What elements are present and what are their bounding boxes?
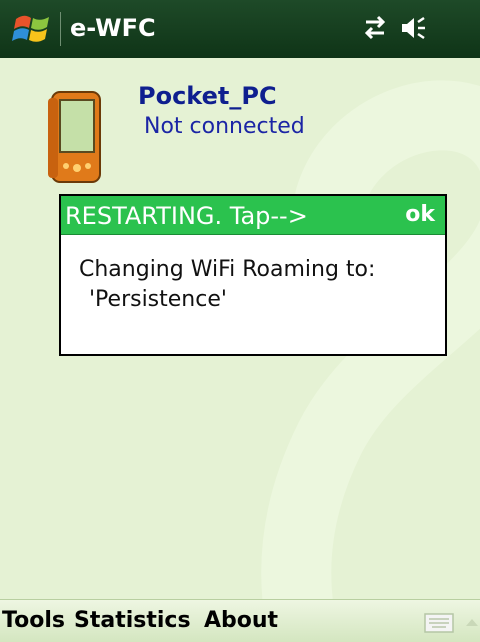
up-arrow-icon[interactable]: [464, 614, 480, 630]
keyboard-icon[interactable]: [424, 613, 454, 633]
title-separator: [60, 12, 61, 46]
title-bar: e-WFC: [0, 0, 480, 58]
app-title: e-WFC: [70, 14, 156, 42]
dialog-message-line1: Changing WiFi Roaming to:: [79, 257, 376, 282]
dialog-message-line2: 'Persistence': [89, 287, 227, 312]
device-name[interactable]: Pocket_PC: [138, 82, 277, 110]
dialog-title[interactable]: RESTARTING. Tap-->: [65, 202, 308, 230]
device-status: Not connected: [144, 114, 305, 139]
main-area: Pocket_PC Not connected RESTARTING. Tap-…: [0, 58, 480, 599]
dialog-message: Changing WiFi Roaming to: 'Persistence': [61, 235, 445, 315]
connectivity-arrows-icon[interactable]: [360, 13, 390, 43]
speaker-icon[interactable]: [398, 13, 428, 43]
windows-flag-icon[interactable]: [12, 11, 52, 47]
dialog-header: RESTARTING. Tap--> ok: [61, 196, 445, 235]
notification-dialog[interactable]: RESTARTING. Tap--> ok Changing WiFi Roam…: [59, 194, 447, 356]
pocket-pc-device-icon: [48, 91, 101, 183]
menu-bar: Tools Statistics About: [0, 599, 480, 642]
menu-statistics[interactable]: Statistics: [74, 608, 191, 633]
menu-tools[interactable]: Tools: [2, 608, 65, 633]
ok-button[interactable]: ok: [405, 202, 435, 227]
menu-about[interactable]: About: [204, 608, 278, 633]
